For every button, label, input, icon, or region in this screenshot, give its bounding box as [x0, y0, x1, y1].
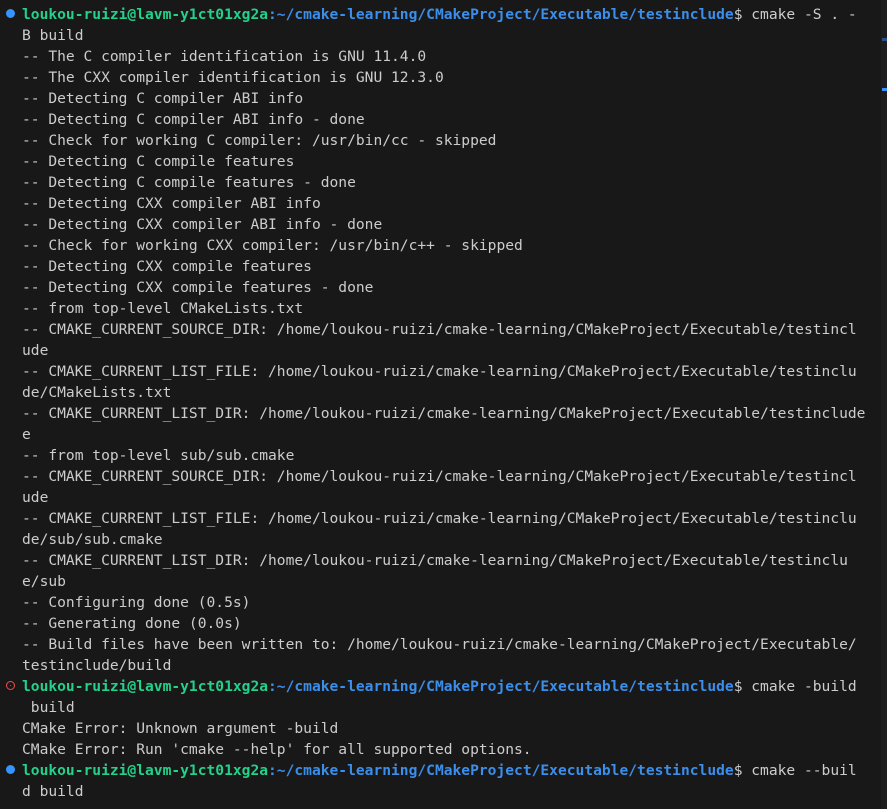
output-line: -- CMAKE_CURRENT_LIST_DIR: /home/loukou-…	[0, 403, 880, 424]
output-line: -- from top-level CMakeLists.txt	[0, 298, 880, 319]
output-text: -- CMAKE_CURRENT_LIST_DIR: /home/loukou-…	[22, 405, 866, 422]
terminal-output[interactable]: loukou-ruizi@lavm-y1ct01xg2a:~/cmake-lea…	[0, 4, 880, 802]
output-line: -- CMAKE_CURRENT_SOURCE_DIR: /home/louko…	[0, 466, 880, 487]
output-text: -- Detecting C compile features - done	[22, 174, 356, 191]
output-line: -- Detecting CXX compiler ABI info	[0, 193, 880, 214]
command-text: cmake -S . -	[742, 6, 857, 23]
output-text: -- Detecting C compiler ABI info - done	[22, 111, 365, 128]
output-text: de/sub/sub.cmake	[22, 531, 163, 548]
output-line: B build	[0, 25, 880, 46]
output-text: -- Configuring done (0.5s)	[22, 594, 251, 611]
prompt-path: :~/cmake-learning/CMakeProject/Executabl…	[268, 6, 734, 23]
output-line: d build	[0, 781, 880, 802]
output-line: -- Detecting C compiler ABI info	[0, 88, 880, 109]
output-text: e/sub	[22, 573, 66, 590]
output-text: CMake Error: Unknown argument -build	[22, 720, 339, 737]
output-line: -- Configuring done (0.5s)	[0, 592, 880, 613]
output-line: de/sub/sub.cmake	[0, 529, 880, 550]
output-text: -- Detecting C compile features	[22, 153, 295, 170]
prompt-path: :~/cmake-learning/CMakeProject/Executabl…	[268, 762, 734, 779]
output-text: -- CMAKE_CURRENT_LIST_FILE: /home/loukou…	[22, 363, 857, 380]
output-text: -- from top-level CMakeLists.txt	[22, 300, 304, 317]
prompt-user-host: loukou-ruizi@lavm-y1ct01xg2a	[22, 678, 269, 695]
output-line: -- Detecting C compiler ABI info - done	[0, 109, 880, 130]
output-line: -- Detecting CXX compile features	[0, 256, 880, 277]
output-line: -- Check for working C compiler: /usr/bi…	[0, 130, 880, 151]
output-line: -- The C compiler identification is GNU …	[0, 46, 880, 67]
terminal-scrollbar[interactable]	[881, 0, 887, 809]
output-text: -- Build files have been written to: /ho…	[22, 636, 857, 653]
output-line: build	[0, 697, 880, 718]
scroll-marker	[882, 88, 887, 91]
output-text: -- CMAKE_CURRENT_SOURCE_DIR: /home/louko…	[22, 321, 857, 338]
output-line: -- Detecting C compile features	[0, 151, 880, 172]
output-line: -- Detecting CXX compiler ABI info - don…	[0, 214, 880, 235]
output-text: ude	[22, 489, 49, 506]
output-line: CMake Error: Unknown argument -build	[0, 718, 880, 739]
prompt-line: loukou-ruizi@lavm-y1ct01xg2a:~/cmake-lea…	[0, 676, 880, 697]
output-text: -- CMAKE_CURRENT_LIST_FILE: /home/loukou…	[22, 510, 857, 527]
output-line: -- CMAKE_CURRENT_LIST_FILE: /home/loukou…	[0, 508, 880, 529]
output-line: -- Generating done (0.0s)	[0, 613, 880, 634]
output-text: -- The C compiler identification is GNU …	[22, 48, 427, 65]
output-line: e	[0, 424, 880, 445]
output-line: -- CMAKE_CURRENT_SOURCE_DIR: /home/louko…	[0, 319, 880, 340]
output-line: -- Detecting C compile features - done	[0, 172, 880, 193]
output-text: -- Detecting CXX compiler ABI info	[22, 195, 321, 212]
output-line: e/sub	[0, 571, 880, 592]
output-line: -- Detecting CXX compile features - done	[0, 277, 880, 298]
output-text: -- from top-level sub/sub.cmake	[22, 447, 295, 464]
command-text: cmake --buil	[742, 762, 857, 779]
command-success-icon[interactable]	[6, 765, 15, 774]
output-text: -- Detecting CXX compiler ABI info - don…	[22, 216, 383, 233]
output-text: CMake Error: Run 'cmake --help' for all …	[22, 741, 532, 758]
command-text: cmake -build	[742, 678, 857, 695]
output-line: -- CMAKE_CURRENT_LIST_DIR: /home/loukou-…	[0, 550, 880, 571]
prompt-line: loukou-ruizi@lavm-y1ct01xg2a:~/cmake-lea…	[0, 760, 880, 781]
output-text: ude	[22, 342, 49, 359]
output-line: ude	[0, 487, 880, 508]
output-line: -- Check for working CXX compiler: /usr/…	[0, 235, 880, 256]
output-text: B build	[22, 27, 84, 44]
output-line: -- CMAKE_CURRENT_LIST_FILE: /home/loukou…	[0, 361, 880, 382]
output-line: -- Build files have been written to: /ho…	[0, 634, 880, 655]
output-line: -- from top-level sub/sub.cmake	[0, 445, 880, 466]
output-line: testinclude/build	[0, 655, 880, 676]
output-text: build	[22, 699, 75, 716]
output-text: e	[22, 426, 31, 443]
output-text: -- CMAKE_CURRENT_SOURCE_DIR: /home/louko…	[22, 468, 857, 485]
output-text: -- The CXX compiler identification is GN…	[22, 69, 444, 86]
prompt-user-host: loukou-ruizi@lavm-y1ct01xg2a	[22, 762, 269, 779]
command-success-icon[interactable]	[6, 9, 15, 18]
output-text: -- Detecting C compiler ABI info	[22, 90, 304, 107]
prompt-user-host: loukou-ruizi@lavm-y1ct01xg2a	[22, 6, 269, 23]
output-text: d build	[22, 783, 84, 800]
output-text: de/CMakeLists.txt	[22, 384, 172, 401]
output-line: de/CMakeLists.txt	[0, 382, 880, 403]
command-error-icon[interactable]	[6, 681, 15, 690]
prompt-path: :~/cmake-learning/CMakeProject/Executabl…	[268, 678, 734, 695]
output-line: ude	[0, 340, 880, 361]
output-line: CMake Error: Run 'cmake --help' for all …	[0, 739, 880, 760]
output-text: -- Detecting CXX compile features	[22, 258, 312, 275]
output-text: -- Generating done (0.0s)	[22, 615, 242, 632]
output-line: -- The CXX compiler identification is GN…	[0, 67, 880, 88]
output-text: testinclude/build	[22, 657, 172, 674]
scroll-marker	[882, 38, 887, 41]
prompt-line: loukou-ruizi@lavm-y1ct01xg2a:~/cmake-lea…	[0, 4, 880, 25]
output-text: -- CMAKE_CURRENT_LIST_DIR: /home/loukou-…	[22, 552, 848, 569]
output-text: -- Detecting CXX compile features - done	[22, 279, 374, 296]
output-text: -- Check for working CXX compiler: /usr/…	[22, 237, 523, 254]
output-text: -- Check for working C compiler: /usr/bi…	[22, 132, 497, 149]
